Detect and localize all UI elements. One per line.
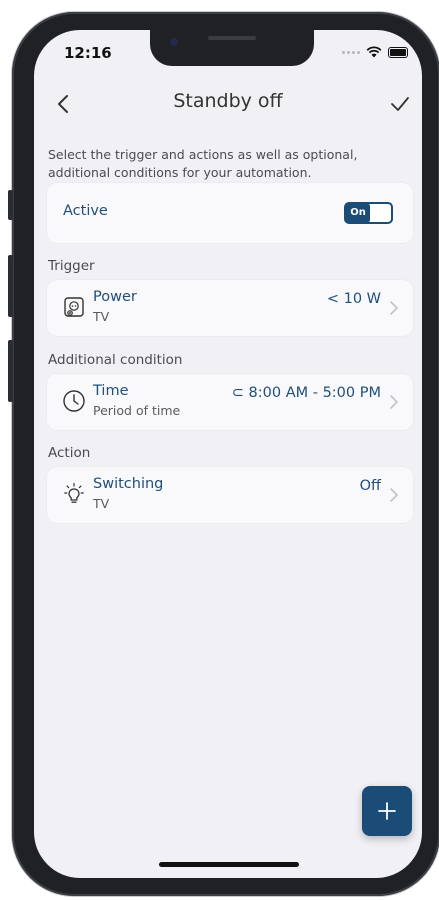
- camera: [170, 38, 178, 46]
- lightbulb-icon: [64, 482, 84, 503]
- trigger-value: < 10 W: [326, 291, 381, 307]
- trigger-subtitle: TV: [93, 309, 110, 324]
- active-toggle[interactable]: On: [344, 202, 393, 224]
- screen: 12:16 Standby off Select the trigger and…: [34, 30, 422, 878]
- add-button[interactable]: [362, 786, 412, 836]
- notch: [150, 30, 314, 66]
- status-indicators: [342, 46, 408, 58]
- volume-down-button: [8, 340, 13, 402]
- page-title: Standby off: [173, 90, 283, 112]
- battery-icon: [388, 46, 408, 58]
- back-chevron-icon[interactable]: [50, 90, 78, 118]
- condition-row[interactable]: Time Period of time ⊂ 8:00 AM - 5:00 PM: [47, 374, 413, 430]
- status-time: 12:16: [64, 44, 112, 62]
- action-value: Off: [359, 478, 381, 494]
- section-condition-label: Additional condition: [48, 352, 183, 368]
- condition-subtitle: Period of time: [93, 403, 181, 418]
- action-title: Switching: [93, 476, 164, 492]
- condition-title: Time: [93, 383, 129, 399]
- intro-text: Select the trigger and actions as well a…: [48, 147, 358, 180]
- cellular-signal-icon: [342, 50, 360, 54]
- chevron-right-icon: [390, 488, 399, 502]
- home-indicator[interactable]: [159, 862, 299, 867]
- toggle-on-label: On: [346, 204, 370, 222]
- active-label: Active: [63, 203, 108, 219]
- silent-switch: [8, 190, 13, 220]
- plus-icon: [378, 802, 396, 820]
- action-subtitle: TV: [93, 496, 110, 511]
- condition-value: ⊂ 8:00 AM - 5:00 PM: [231, 385, 381, 401]
- action-row[interactable]: Switching TV Off: [47, 467, 413, 523]
- section-trigger-label: Trigger: [48, 258, 95, 274]
- section-action-label: Action: [48, 445, 91, 461]
- wifi-icon: [366, 46, 382, 58]
- confirm-check-icon[interactable]: [386, 90, 414, 118]
- active-card: Active On: [47, 183, 413, 243]
- trigger-title: Power: [93, 289, 137, 305]
- chevron-right-icon: [390, 395, 399, 409]
- clock-icon: [63, 390, 85, 412]
- power-socket-icon: [64, 297, 84, 317]
- chevron-right-icon: [390, 301, 399, 315]
- speaker: [208, 36, 256, 40]
- volume-up-button: [8, 255, 13, 317]
- trigger-row[interactable]: Power TV < 10 W: [47, 280, 413, 336]
